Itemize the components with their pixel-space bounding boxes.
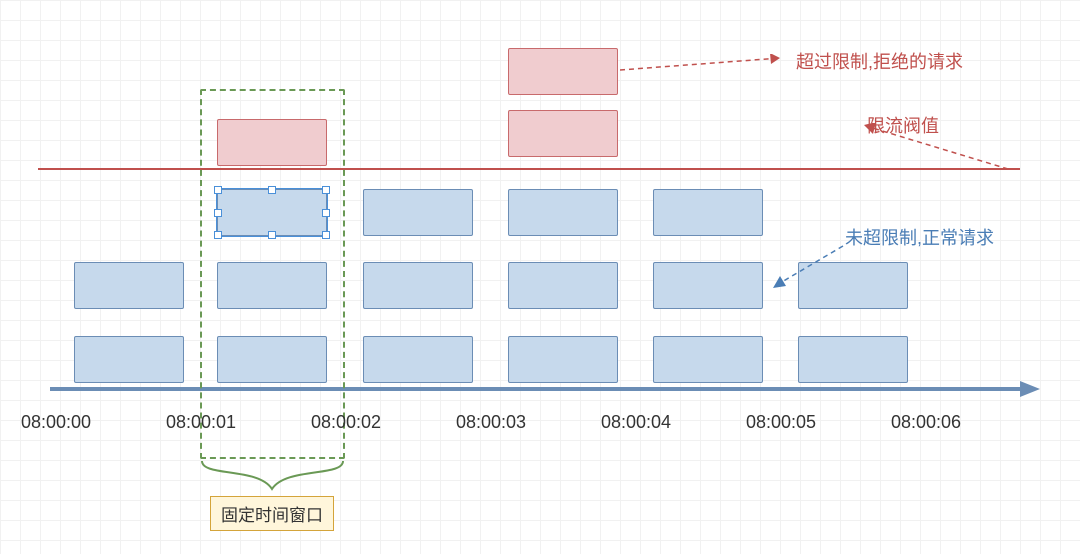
annotation-rejected: 超过限制,拒绝的请求 (796, 48, 963, 74)
rejected-box (508, 48, 618, 95)
request-box (508, 336, 618, 383)
request-box-selected[interactable] (217, 189, 327, 236)
diagram-canvas: 08:00:00 08:00:01 08:00:02 08:00:03 08:0… (0, 0, 1080, 554)
tick-label: 08:00:05 (746, 412, 816, 433)
request-box (653, 189, 763, 236)
annotation-normal: 未超限制,正常请求 (845, 224, 994, 250)
brace-icon (200, 459, 345, 492)
request-box (74, 262, 184, 309)
request-box (508, 189, 618, 236)
arrow-threshold-icon (858, 123, 1018, 173)
axis-arrow-icon (1020, 381, 1040, 397)
request-box (653, 262, 763, 309)
tick-label: 08:00:02 (311, 412, 381, 433)
request-box (798, 336, 908, 383)
request-box (363, 336, 473, 383)
tick-label: 08:00:00 (21, 412, 91, 433)
tick-label: 08:00:01 (166, 412, 236, 433)
request-box (217, 262, 327, 309)
tick-label: 08:00:04 (601, 412, 671, 433)
tick-label: 08:00:06 (891, 412, 961, 433)
tick-label: 08:00:03 (456, 412, 526, 433)
request-box (74, 336, 184, 383)
rejected-box (217, 119, 327, 166)
request-box (653, 336, 763, 383)
arrow-normal-icon (767, 240, 851, 292)
request-box (508, 262, 618, 309)
rejected-box (508, 110, 618, 157)
request-box (363, 262, 473, 309)
time-axis (50, 387, 1020, 391)
request-box (363, 189, 473, 236)
fixed-window-label: 固定时间窗口 (210, 496, 334, 531)
arrow-rejected-icon (620, 54, 792, 76)
request-box (217, 336, 327, 383)
